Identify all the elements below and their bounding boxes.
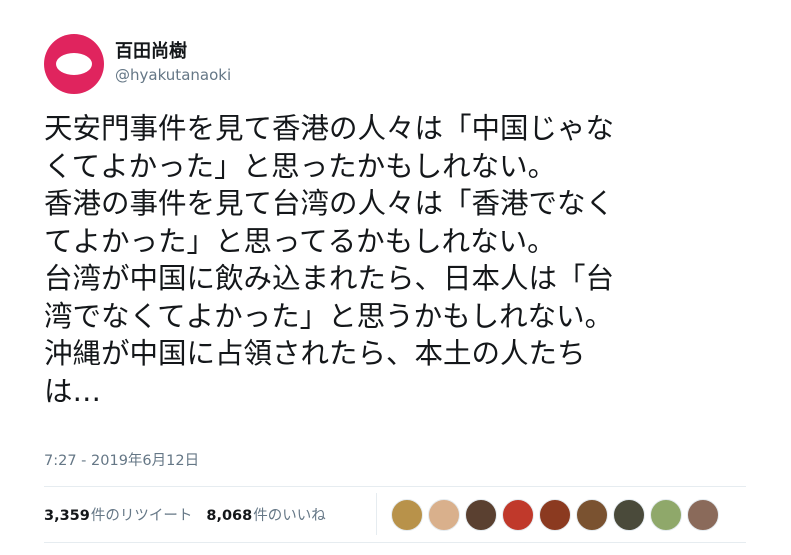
retweets-stat[interactable]: 3,359件のリツイート bbox=[44, 504, 192, 525]
likes-stat[interactable]: 8,068件のいいね bbox=[206, 504, 325, 525]
avatar[interactable] bbox=[44, 34, 104, 94]
likes-label: 件のいいね bbox=[253, 508, 326, 524]
author-display-name[interactable]: 百田尚樹 bbox=[115, 37, 187, 63]
avatar-eye-shape bbox=[56, 53, 92, 75]
liker-avatar[interactable] bbox=[502, 499, 534, 531]
retweets-label: 件のリツイート bbox=[90, 508, 193, 524]
liker-avatar[interactable] bbox=[576, 499, 608, 531]
stats-separator bbox=[376, 493, 377, 535]
retweets-count: 3,359 bbox=[44, 508, 90, 524]
divider-bottom bbox=[44, 542, 746, 543]
likes-count: 8,068 bbox=[206, 508, 253, 524]
liker-avatar[interactable] bbox=[539, 499, 571, 531]
liker-avatar[interactable] bbox=[391, 499, 423, 531]
tweet-text: 天安門事件を見て香港の人々は「中国じゃな くてよかった」と思ったかもしれない。 … bbox=[44, 112, 615, 408]
liker-avatar[interactable] bbox=[465, 499, 497, 531]
liker-avatar[interactable] bbox=[687, 499, 719, 531]
liker-avatars bbox=[391, 499, 719, 531]
liker-avatar[interactable] bbox=[613, 499, 645, 531]
liker-avatar[interactable] bbox=[428, 499, 460, 531]
liker-avatar[interactable] bbox=[650, 499, 682, 531]
divider-top bbox=[44, 486, 746, 487]
tweet-stats: 3,359件のリツイート 8,068件のいいね bbox=[44, 504, 326, 525]
author-handle[interactable]: @hyakutanaoki bbox=[115, 66, 231, 84]
tweet-timestamp[interactable]: 7:27 - 2019年6月12日 bbox=[44, 449, 199, 470]
